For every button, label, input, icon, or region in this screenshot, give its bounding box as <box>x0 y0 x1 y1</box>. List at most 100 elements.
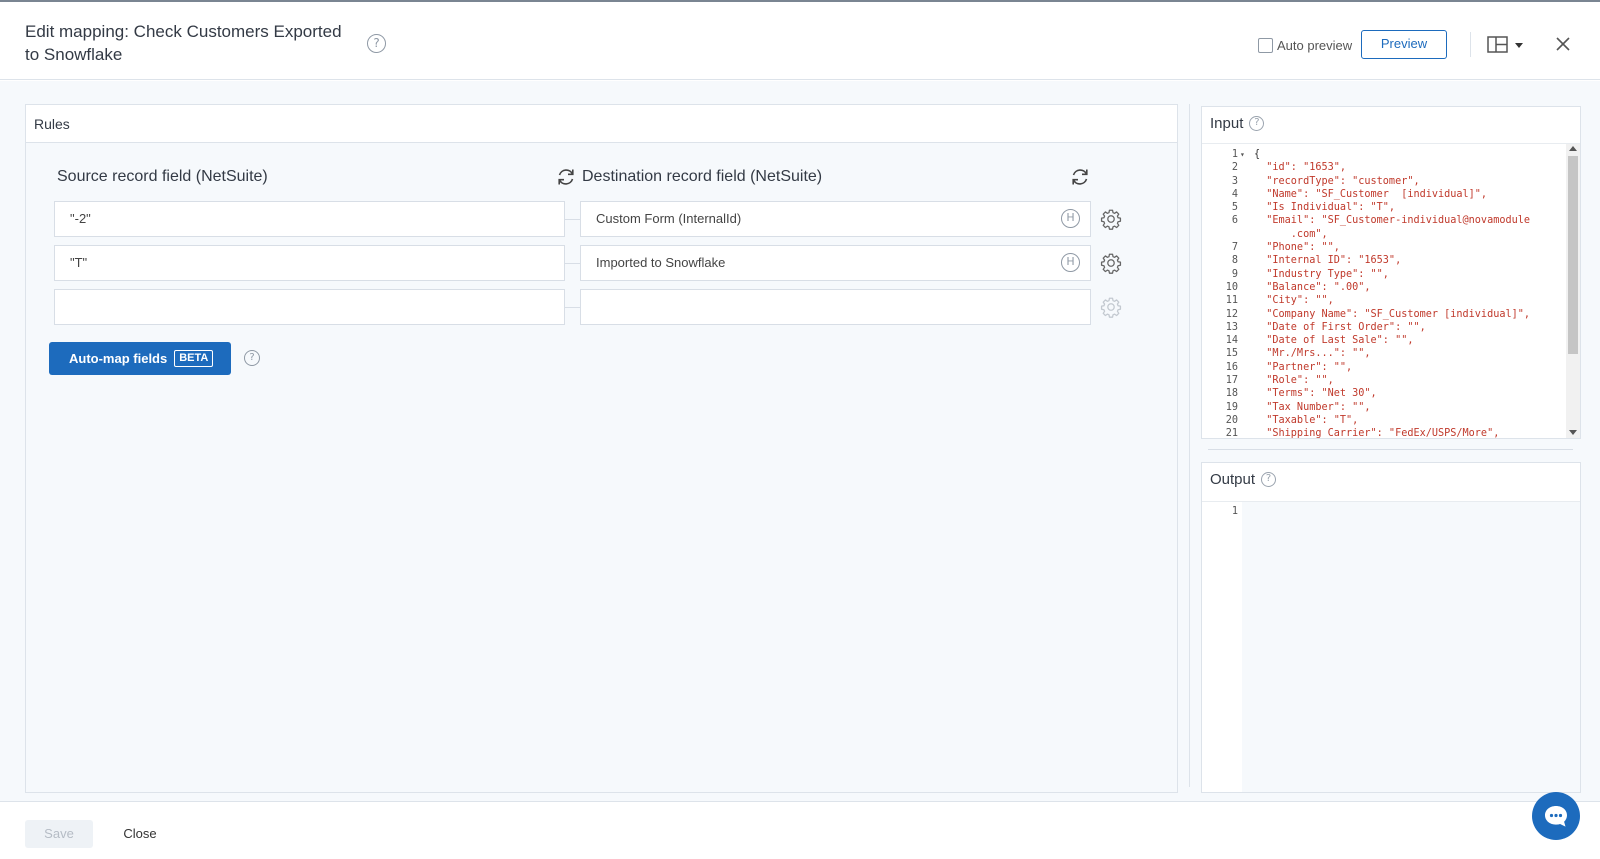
code-text: "City": "", <box>1254 295 1334 307</box>
code-text: "Internal ID": "1653", <box>1254 255 1402 267</box>
rules-header: Rules <box>26 105 1177 143</box>
help-icon[interactable]: ? <box>367 34 386 53</box>
code-text: "Is Individual": "T", <box>1254 202 1396 214</box>
code-line: 20 "Taxable": "T", <box>1202 414 1564 427</box>
panel-divider <box>1189 104 1190 787</box>
code-text: "Mr./Mrs...": "", <box>1254 348 1371 360</box>
line-number: 9 <box>1231 268 1238 280</box>
code-text: "Date of First Order": "", <box>1254 321 1426 333</box>
input-output-divider[interactable] <box>1208 449 1573 450</box>
code-text: "Taxable": "T", <box>1254 414 1359 426</box>
source-column-header: Source record field (NetSuite) <box>57 168 268 185</box>
chat-button[interactable] <box>1532 792 1580 840</box>
auto-preview-toggle[interactable]: Auto preview <box>1258 36 1352 54</box>
refresh-destination-icon[interactable] <box>1069 166 1091 188</box>
output-code-editor[interactable]: 1 <box>1202 501 1580 792</box>
code-text: "Phone": "", <box>1254 242 1340 254</box>
code-line: 18 "Terms": "Net 30", <box>1202 387 1564 400</box>
layout-toggle-button[interactable] <box>1487 35 1531 55</box>
output-header: Output ? <box>1210 471 1277 488</box>
fold-icon[interactable]: ▾ <box>1240 148 1245 161</box>
help-icon[interactable]: ? <box>244 350 260 366</box>
source-field-input[interactable] <box>54 289 565 325</box>
destination-field-input[interactable]: Custom Form (InternalId) H <box>580 201 1091 237</box>
code-text: .com", <box>1254 228 1328 240</box>
code-text: "Name": "SF_Customer [individual]", <box>1254 188 1488 200</box>
header-divider <box>1470 32 1471 57</box>
code-text: "id": "1653", <box>1254 162 1347 174</box>
line-number: 18 <box>1225 388 1238 400</box>
preview-button[interactable]: Preview <box>1361 30 1447 59</box>
code-line: 21 "Shipping Carrier": "FedEx/USPS/More"… <box>1202 427 1564 438</box>
code-text: "Partner": "", <box>1254 361 1353 373</box>
code-line: 10 "Balance": ".00", <box>1202 281 1564 294</box>
page-title: Edit mapping: Check Customers Exported t… <box>25 22 342 64</box>
code-text: "Terms": "Net 30", <box>1254 388 1377 400</box>
line-number: 16 <box>1225 361 1238 373</box>
source-field-input[interactable]: "-2" <box>54 201 565 237</box>
line-number: 20 <box>1225 414 1238 426</box>
line-number: 21 <box>1225 428 1238 438</box>
code-line: 13 "Date of First Order": "", <box>1202 321 1564 334</box>
source-field-input[interactable]: "T" <box>54 245 565 281</box>
scrollbar[interactable] <box>1566 144 1580 438</box>
code-text: "Balance": ".00", <box>1254 281 1371 293</box>
line-number: 1 <box>1231 149 1238 160</box>
help-icon[interactable]: ? <box>1249 116 1265 131</box>
help-icon[interactable]: ? <box>1261 472 1277 487</box>
rules-panel: Rules Source record field (NetSuite) Des… <box>25 104 1178 793</box>
destination-column-header: Destination record field (NetSuite) <box>582 168 823 185</box>
beta-badge: BETA <box>174 350 214 367</box>
code-line: 2 "id": "1653", <box>1202 161 1564 174</box>
line-number: 7 <box>1231 242 1238 254</box>
line-number: 5 <box>1231 202 1238 214</box>
row-connector <box>564 263 581 264</box>
line-number: 10 <box>1225 281 1238 293</box>
auto-map-label: Auto-map fields <box>69 351 168 366</box>
line-number: 4 <box>1231 188 1238 200</box>
auto-preview-label: Auto preview <box>1277 37 1353 53</box>
code-line: 19 "Tax Number": "", <box>1202 401 1564 414</box>
input-panel: Input ? 1 ▾{2 "id": "1653", 3 "recordType"… <box>1201 106 1581 439</box>
line-number: 3 <box>1231 175 1238 187</box>
h-icon[interactable]: H <box>1061 209 1080 228</box>
code-line: 12 "Company Name": "SF_Customer [individ… <box>1202 308 1564 321</box>
refresh-source-icon[interactable] <box>555 166 577 188</box>
line-number: 2 <box>1231 162 1238 174</box>
input-title: Input <box>1210 115 1244 132</box>
destination-field-input[interactable] <box>580 289 1091 325</box>
input-code-editor[interactable]: 1 ▾{2 "id": "1653", 3 "recordType": "custo… <box>1202 143 1580 438</box>
destination-field-input[interactable]: Imported to Snowflake H <box>580 245 1091 281</box>
auto-preview-checkbox[interactable] <box>1258 37 1273 53</box>
line-number: 15 <box>1225 348 1238 360</box>
close-icon[interactable] <box>1553 34 1573 54</box>
close-button[interactable]: Close <box>112 820 168 848</box>
scroll-up-icon[interactable] <box>1569 146 1577 151</box>
gear-icon[interactable] <box>1100 252 1122 274</box>
code-text: "Tax Number": "", <box>1254 401 1371 413</box>
dialog-footer: Save Close <box>0 801 1600 859</box>
auto-map-fields-button[interactable]: Auto-map fields BETA <box>49 342 231 375</box>
code-text: "Role": "", <box>1254 375 1334 387</box>
output-panel: Output ? 1 <box>1201 462 1581 793</box>
code-line: 16 "Partner": "", <box>1202 361 1564 374</box>
line-gutter <box>1202 502 1242 792</box>
destination-field-value: Custom Form (InternalId) <box>596 211 742 226</box>
input-header: Input ? <box>1210 115 1265 132</box>
scroll-down-icon[interactable] <box>1569 430 1577 435</box>
line-number: 8 <box>1231 255 1238 267</box>
code-line: 8 "Internal ID": "1653", <box>1202 254 1564 267</box>
code-text: "recordType": "customer", <box>1254 175 1420 187</box>
h-icon[interactable]: H <box>1061 253 1080 272</box>
code-lines: 1 ▾{2 "id": "1653", 3 "recordType": "custo… <box>1202 148 1564 438</box>
code-text: "Shipping Carrier": "FedEx/USPS/More", <box>1254 428 1500 438</box>
code-text: "Date of Last Sale": "", <box>1254 335 1414 347</box>
code-text: "Email": "SF_Customer-individual@novamod… <box>1254 215 1531 227</box>
code-line: 17 "Role": "", <box>1202 374 1564 387</box>
save-button[interactable]: Save <box>25 820 93 848</box>
code-line: 6 "Email": "SF_Customer-individual@novam… <box>1202 214 1564 227</box>
scroll-thumb[interactable] <box>1568 156 1578 354</box>
gear-icon[interactable] <box>1100 208 1122 230</box>
code-line: 4 "Name": "SF_Customer [individual]", <box>1202 188 1564 201</box>
rules-title: Rules <box>34 116 70 132</box>
